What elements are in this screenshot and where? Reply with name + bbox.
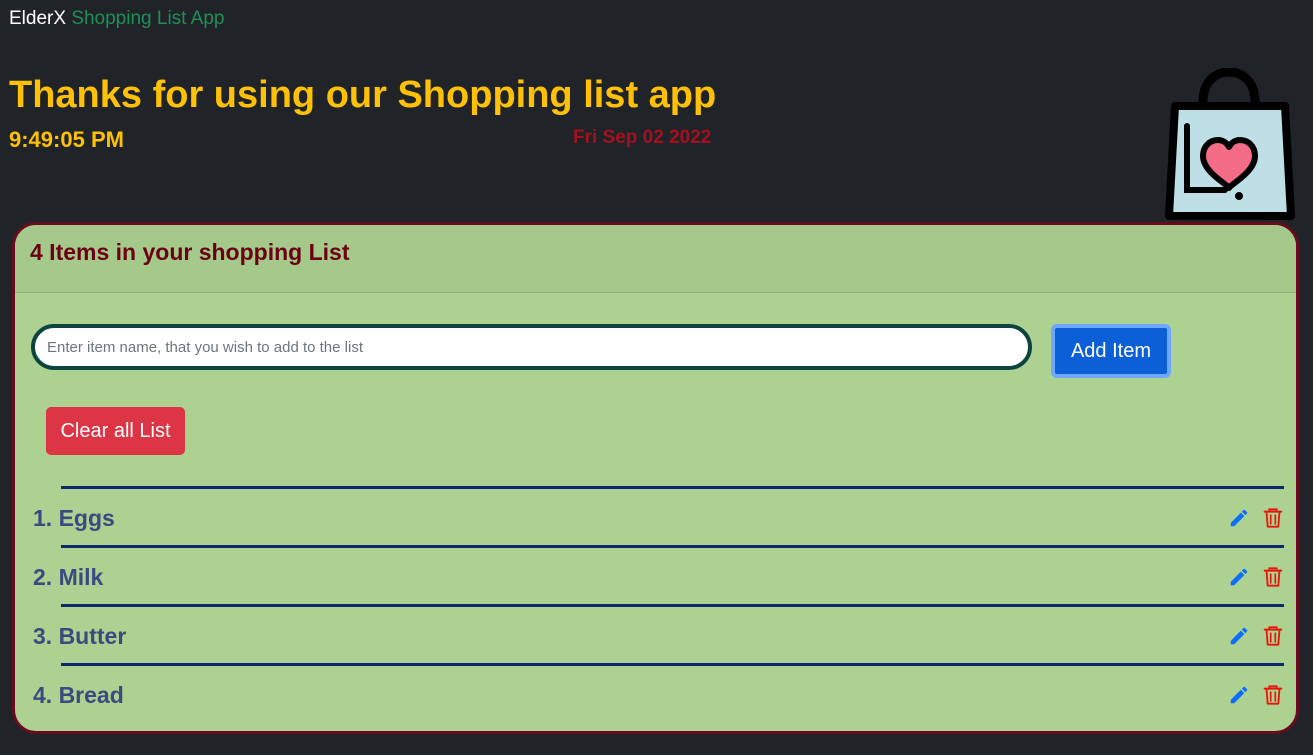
item-count-title: 4 Items in your shopping List xyxy=(30,239,350,265)
trash-icon[interactable] xyxy=(1262,506,1284,530)
list-item-label: 4. Bread xyxy=(33,682,124,708)
clear-all-button[interactable]: Clear all List xyxy=(46,407,185,455)
current-time: 9:49:05 PM xyxy=(9,127,124,152)
shopping-list: 1. Eggs 2. Milk 3. Butter 4. Bread xyxy=(15,486,1296,722)
pencil-icon[interactable] xyxy=(1228,683,1250,707)
pencil-icon[interactable] xyxy=(1228,506,1250,530)
list-item: 3. Butter xyxy=(33,604,1284,663)
list-item-actions xyxy=(1228,683,1284,707)
pencil-icon[interactable] xyxy=(1228,565,1250,589)
list-item-actions xyxy=(1228,506,1284,530)
list-item: 1. Eggs xyxy=(33,486,1284,545)
add-item-button[interactable]: Add Item xyxy=(1051,324,1171,378)
page-title: Thanks for using our Shopping list app xyxy=(9,74,717,116)
card-header: 4 Items in your shopping List xyxy=(15,225,1296,293)
navbar-brand[interactable]: ElderX Shopping List App xyxy=(9,7,225,31)
trash-icon[interactable] xyxy=(1262,565,1284,589)
current-date: Fri Sep 02 2022 xyxy=(573,127,712,148)
list-item-label: 2. Milk xyxy=(33,564,104,590)
list-item-label: 3. Butter xyxy=(33,623,127,649)
list-item-label: 1. Eggs xyxy=(33,505,115,531)
brand-app-name: Shopping List App xyxy=(71,8,225,29)
shopping-bag-heart-icon xyxy=(1165,68,1295,220)
brand-name: ElderX xyxy=(9,8,67,29)
trash-icon[interactable] xyxy=(1262,683,1284,707)
item-name-input[interactable] xyxy=(31,324,1032,370)
shopping-list-card: 4 Items in your shopping List Add Item C… xyxy=(12,222,1299,734)
list-item: 4. Bread xyxy=(33,663,1284,722)
list-item-actions xyxy=(1228,565,1284,589)
trash-icon[interactable] xyxy=(1262,624,1284,648)
pencil-icon[interactable] xyxy=(1228,624,1250,648)
list-item: 2. Milk xyxy=(33,545,1284,604)
list-item-actions xyxy=(1228,624,1284,648)
